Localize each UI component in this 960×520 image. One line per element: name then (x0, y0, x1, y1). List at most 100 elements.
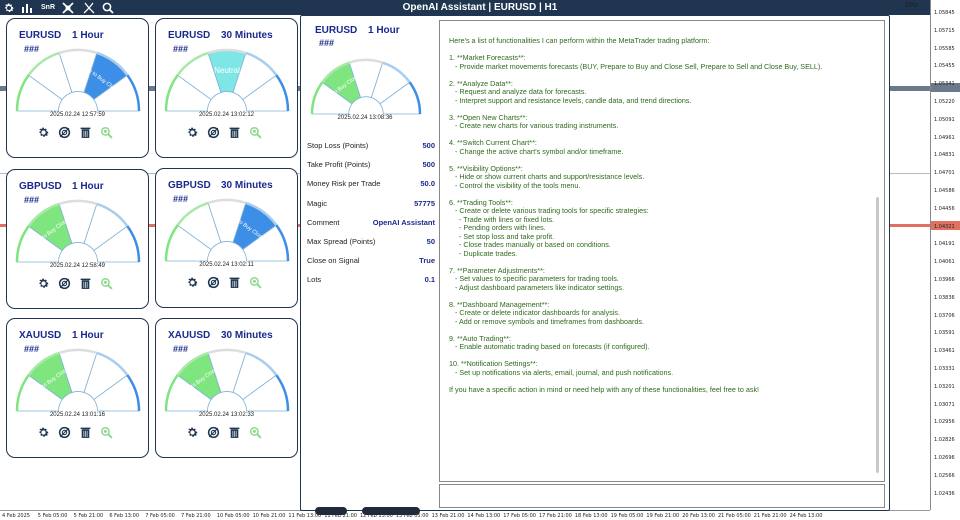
price-tick-label: 1.05091 (934, 116, 955, 123)
gear-icon[interactable] (37, 426, 50, 439)
price-tick-label: 1.03706 (934, 312, 955, 319)
panel-timestamp: 2025.02.24 12:58:49 (49, 263, 106, 269)
refresh-icon[interactable] (58, 277, 71, 290)
assistant-title-bar: SnR OpenAI Assistant | EURUSD | H1 (0, 0, 930, 15)
forecast-gauge: Prep to Buy Close Sell (310, 58, 422, 115)
dashboard-panel: XAUUSD 30 Minutes ### Prep to Buy Close Sel… (155, 318, 298, 458)
gauge-signal-label: Neutral (214, 66, 240, 75)
trash-icon[interactable] (228, 426, 241, 439)
search-icon[interactable] (249, 276, 262, 289)
time-tick-label: 19 Feb 21:00 (646, 513, 680, 519)
refresh-icon[interactable] (207, 276, 220, 289)
gear-icon[interactable] (186, 426, 199, 439)
price-tick-label: 1.05715 (934, 27, 955, 34)
price-tick-label: 1.05845 (934, 10, 955, 16)
chat-output[interactable]: Here's a list of functionalities I can p… (439, 20, 885, 482)
time-tick-label: 24 Feb 13:00 (789, 513, 823, 519)
setting-row[interactable]: Max Spread (Points) 50 (307, 237, 435, 249)
setting-row[interactable]: Lots 0.1 (307, 275, 435, 287)
refresh-icon[interactable] (58, 126, 71, 139)
forecast-gauge: Neutral (164, 48, 290, 112)
search-icon[interactable] (100, 126, 113, 139)
gear-icon[interactable] (186, 276, 199, 289)
price-tick-label: 1.03331 (934, 366, 955, 372)
trash-icon[interactable] (79, 426, 92, 439)
panel-actions (37, 277, 127, 290)
setting-row[interactable]: Money Risk per Trade 50.0 (307, 179, 435, 191)
scale-arrows-icon[interactable] (82, 1, 96, 14)
trash-icon[interactable] (228, 126, 241, 139)
setting-value[interactable]: 0.1 (425, 275, 435, 284)
setting-value[interactable]: 57775 (414, 199, 435, 208)
setting-label: Money Risk per Trade (307, 179, 381, 189)
refresh-icon[interactable] (58, 426, 71, 439)
search-icon[interactable] (249, 426, 262, 439)
time-axis: 4 Feb 2025 5 Feb 05:00 5 Feb 21:00 6 Feb 13… (0, 510, 930, 520)
snr-button[interactable]: SnR (40, 1, 56, 14)
panel-actions (37, 426, 127, 439)
time-tick-label: 19 Feb 05:00 (610, 513, 644, 519)
gear-icon[interactable] (2, 1, 16, 14)
forecast-gauge: Prep to Buy Close Sell (164, 348, 290, 412)
chat-scrollbar[interactable] (874, 25, 881, 479)
assistant-main-panel: EURUSD 1 Hour ### Prep to Buy Close Sell… (300, 15, 890, 511)
price-tick-label: 1.03461 (934, 348, 955, 355)
setting-label: Close on Signal (307, 256, 360, 266)
time-tick-label: 21 Feb 05:00 (718, 513, 751, 519)
setting-row[interactable]: Stop Loss (Points) 500 (307, 141, 435, 153)
panel-timestamp: 2025.02.24 12:57:59 (49, 112, 106, 118)
panel-actions (37, 126, 127, 139)
setting-value[interactable]: 500 (422, 160, 435, 169)
search-icon[interactable] (100, 426, 113, 439)
price-tick-label: 1.04061 (934, 259, 955, 266)
chart-tab-pill[interactable] (315, 507, 347, 515)
search-icon[interactable] (249, 126, 262, 139)
setting-value[interactable]: True (419, 256, 435, 265)
price-tick-label: 1.05341 (934, 81, 955, 88)
setting-row[interactable]: Close on Signal True (307, 256, 435, 268)
forecast-gauge: Prep to Buy Close Sell (15, 199, 141, 263)
crosshair-tools-icon[interactable] (61, 1, 75, 14)
trash-icon[interactable] (79, 126, 92, 139)
search-icon[interactable] (100, 277, 113, 290)
panel-timeframe: 1 Hour (72, 30, 104, 41)
panel-timestamp: 2025.02.24 13:02:12 (198, 112, 255, 118)
panel-timeframe: 1 Hour (72, 181, 104, 192)
chart-tab-pill[interactable] (362, 507, 420, 515)
time-tick-label: 10 Feb 21:00 (252, 513, 286, 519)
panel-timeframe: 30 Minutes (221, 330, 273, 341)
setting-row[interactable]: Magic 57775 (307, 199, 435, 211)
panel-timeframe: 1 Hour (72, 330, 104, 341)
search-icon[interactable] (101, 1, 115, 14)
main-timeframe: 1 Hour (368, 25, 400, 36)
setting-value[interactable]: OpenAI Assistant (373, 218, 435, 227)
time-tick-label: 17 Feb 05:00 (503, 513, 536, 519)
gear-icon[interactable] (37, 126, 50, 139)
setting-row[interactable]: Comment OpenAI Assistant (307, 218, 435, 230)
price-tick-label: 1.02696 (934, 455, 955, 461)
gear-icon[interactable] (186, 126, 199, 139)
chat-input[interactable] (439, 484, 885, 508)
time-tick-label: 17 Feb 21:00 (539, 513, 572, 519)
trash-icon[interactable] (228, 276, 241, 289)
forecast-gauge: Prep to Buy Close Sell (164, 198, 290, 262)
panel-symbol: GBPUSD (168, 180, 211, 191)
setting-value[interactable]: 50.0 (420, 179, 435, 188)
time-tick-label: 6 Feb 13:00 (109, 513, 140, 519)
setting-value[interactable]: 50 (427, 237, 435, 246)
price-tick-label: 1.02826 (934, 437, 955, 444)
refresh-icon[interactable] (207, 426, 220, 439)
price-tick-label: 1.05455 (934, 63, 955, 70)
setting-value[interactable]: 500 (422, 141, 435, 150)
setting-label: Take Profit (Points) (307, 160, 371, 170)
time-tick-label: 5 Feb 21:00 (73, 513, 104, 519)
panel-timeframe: 30 Minutes (221, 180, 273, 191)
refresh-icon[interactable] (207, 126, 220, 139)
setting-row[interactable]: Take Profit (Points) 500 (307, 160, 435, 172)
bar-chart-icon[interactable] (20, 1, 34, 14)
dashboard-panel: GBPUSD 30 Minutes ### Prep to Buy Close Sel… (155, 168, 298, 308)
chat-scroll-thumb[interactable] (876, 197, 879, 473)
price-tick-label: 1.03966 (934, 277, 955, 283)
gear-icon[interactable] (37, 277, 50, 290)
trash-icon[interactable] (79, 277, 92, 290)
